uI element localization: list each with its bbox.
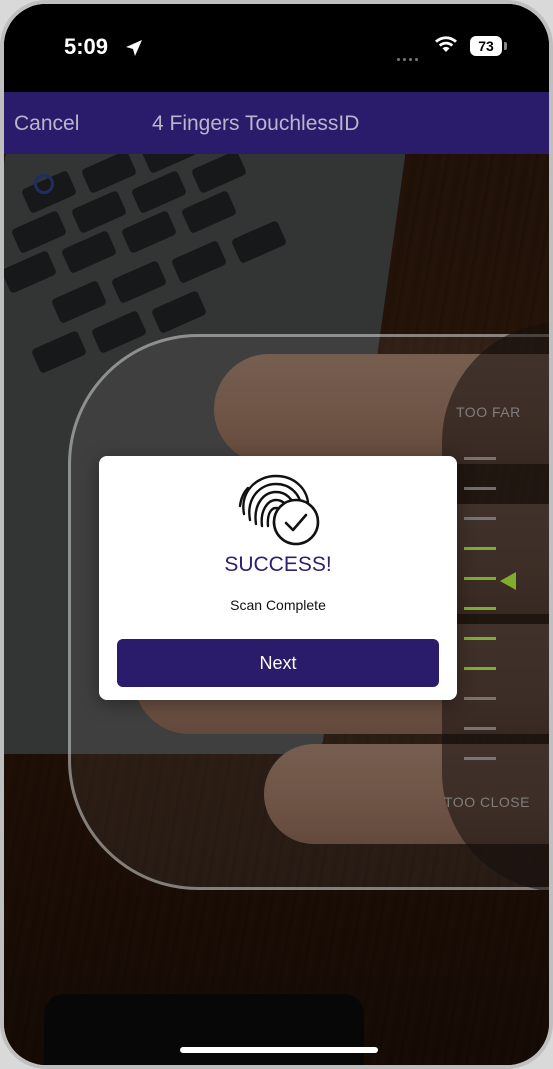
- gauge-tick: [464, 547, 496, 550]
- gauge-tick: [464, 487, 496, 490]
- page-title: 4 Fingers TouchlessID: [152, 112, 360, 135]
- phone-frame: TOO FAR TOO CLOSE 5:09 73 Cancel 4 Finge…: [0, 0, 553, 1069]
- next-button[interactable]: Next: [117, 639, 439, 687]
- status-bar: 5:09 73: [4, 4, 549, 92]
- dialog-subtitle: Scan Complete: [230, 597, 326, 613]
- gauge-top-label: TOO FAR: [456, 404, 521, 420]
- gauge-bottom-label: TOO CLOSE: [444, 794, 530, 810]
- wifi-icon: [435, 36, 457, 52]
- battery-icon: 73: [470, 36, 502, 56]
- gauge-tick: [464, 697, 496, 700]
- fingerprint-check-icon: [238, 474, 320, 546]
- gauge-tick: [464, 607, 496, 610]
- nav-bar: Cancel 4 Fingers TouchlessID: [4, 92, 549, 154]
- gauge-pointer-icon: [500, 572, 516, 590]
- gauge-tick: [464, 667, 496, 670]
- location-arrow-icon: [126, 40, 142, 56]
- cancel-button[interactable]: Cancel: [14, 112, 79, 136]
- success-dialog: SUCCESS! Scan Complete Next: [99, 456, 457, 700]
- dialog-title: SUCCESS!: [224, 553, 332, 576]
- home-indicator[interactable]: [180, 1047, 378, 1053]
- battery-nub: [504, 42, 507, 50]
- signal-dots-icon: [397, 48, 423, 61]
- status-time: 5:09: [64, 34, 109, 59]
- gauge-tick: [464, 517, 496, 520]
- gauge-tick: [464, 577, 496, 580]
- gauge-tick: [464, 727, 496, 730]
- gauge-tick: [464, 757, 496, 760]
- gauge-tick: [464, 637, 496, 640]
- gauge-tick: [464, 457, 496, 460]
- screen: TOO FAR TOO CLOSE 5:09 73 Cancel 4 Finge…: [4, 4, 549, 1065]
